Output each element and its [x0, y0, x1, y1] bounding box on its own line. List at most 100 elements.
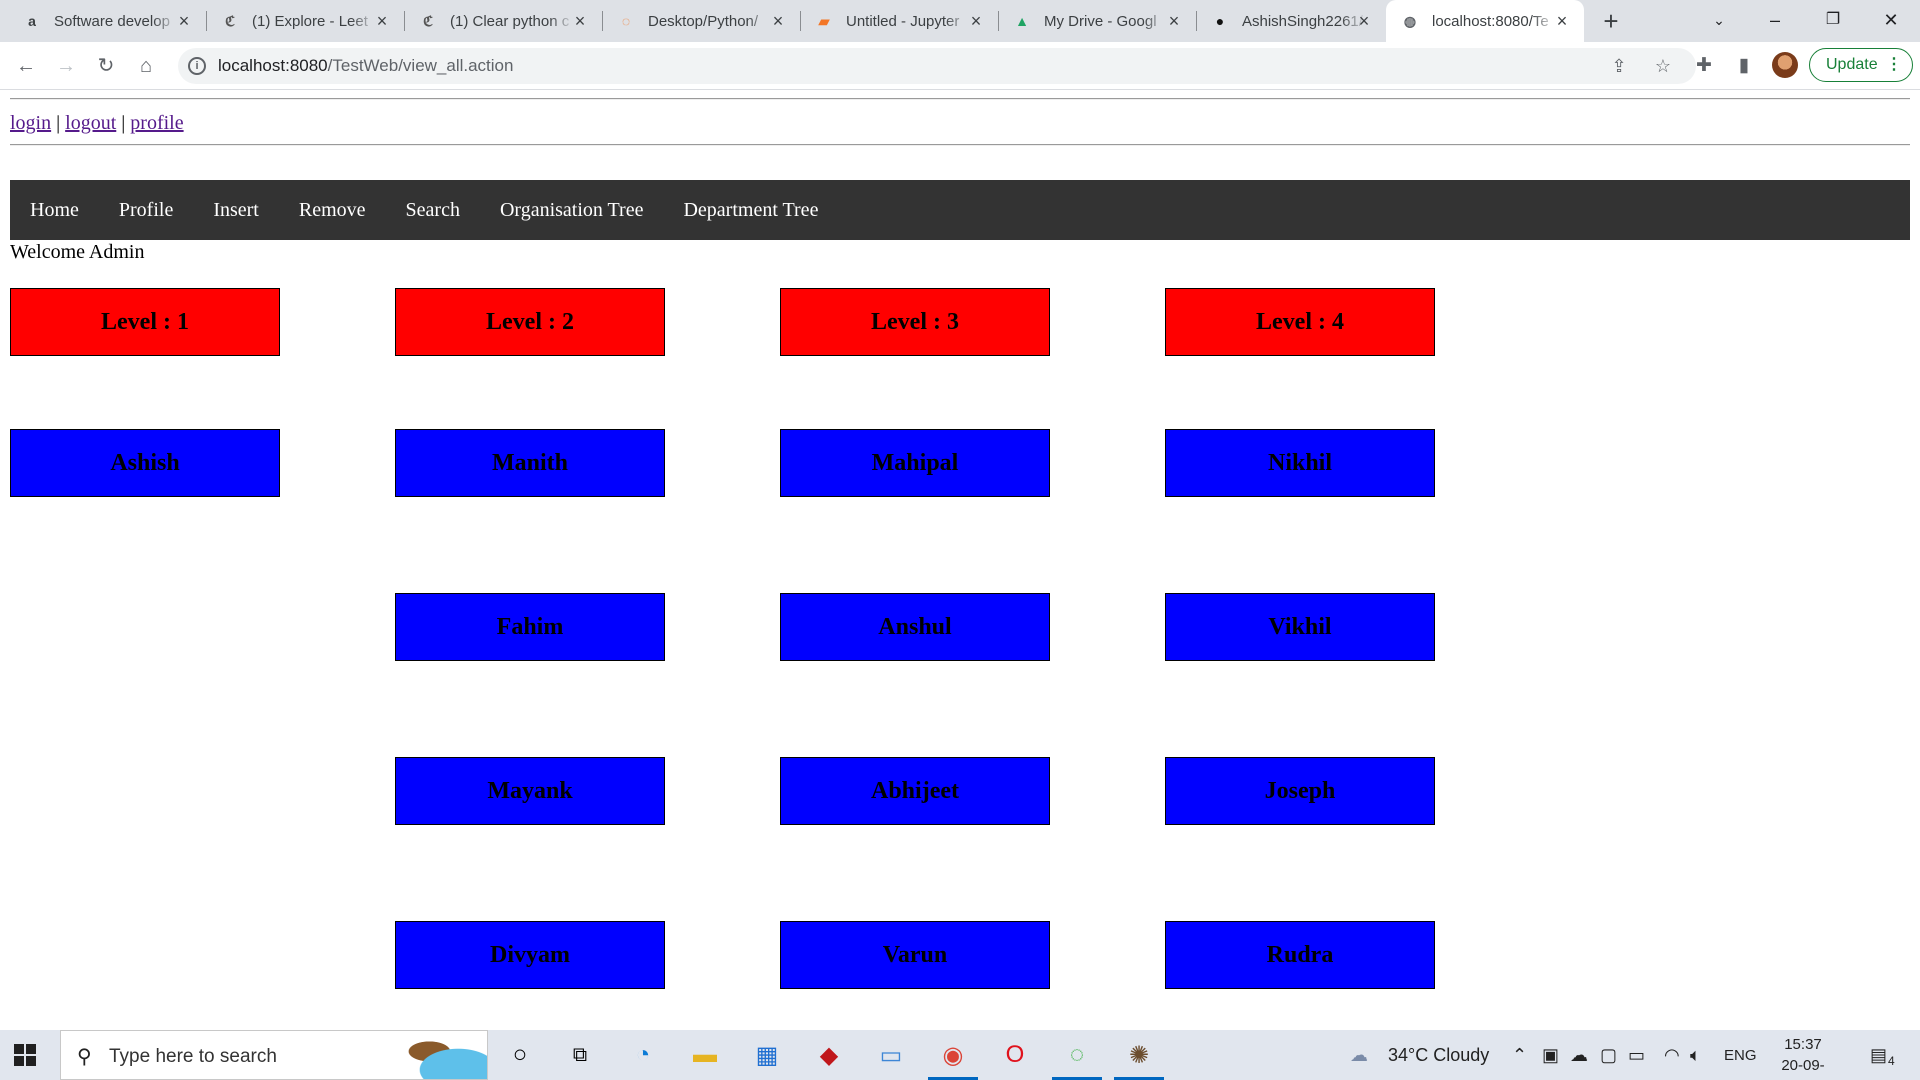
auth-links: login | logout | profile — [10, 112, 184, 134]
app-icon[interactable]: ◌ — [1052, 1036, 1102, 1080]
app-icon[interactable]: ▭ — [872, 1036, 910, 1074]
employee-box[interactable]: Fahim — [395, 593, 665, 661]
menu-organisation-tree[interactable]: Organisation Tree — [480, 180, 664, 240]
volume-icon[interactable]: 🔈︎ — [1690, 1045, 1701, 1066]
google-drive-icon: ▲ — [1015, 13, 1029, 29]
tab-title: My Drive - Googl — [1044, 12, 1157, 30]
tab-title: (1) Clear python c — [450, 12, 570, 30]
opera-icon[interactable]: O — [996, 1036, 1034, 1074]
login-link[interactable]: login — [10, 112, 51, 134]
employee-box[interactable]: Joseph — [1165, 757, 1435, 825]
menu-home[interactable]: Home — [10, 180, 99, 240]
employee-box[interactable]: Nikhil — [1165, 429, 1435, 497]
menu-department-tree[interactable]: Department Tree — [663, 180, 838, 240]
close-tab-icon[interactable]: × — [1164, 11, 1184, 31]
browser-tab[interactable]: ▲ My Drive - Googl × — [998, 0, 1197, 42]
close-tab-icon[interactable]: × — [1354, 11, 1374, 31]
employee-box[interactable]: Varun — [780, 921, 1050, 989]
url-text[interactable]: localhost:8080/TestWeb/view_all.action — [218, 56, 513, 76]
menu-profile[interactable]: Profile — [99, 180, 193, 240]
notification-icon[interactable]: ▤ — [1870, 1045, 1887, 1066]
new-tab-button[interactable]: + — [1596, 6, 1626, 36]
browser-tab[interactable]: ◌ Desktop/Python/ × — [602, 0, 801, 42]
browser-tab[interactable]: a Software develop × — [8, 0, 207, 42]
update-button[interactable]: Update ⋮ — [1809, 48, 1913, 82]
forward-icon[interactable]: → — [52, 52, 80, 80]
browser-tab-active[interactable]: ◍ localhost:8080/Te × — [1386, 0, 1584, 42]
cortana-icon[interactable]: ○ — [501, 1036, 539, 1074]
menu-insert[interactable]: Insert — [193, 180, 279, 240]
leetcode-icon: ℭ — [225, 12, 235, 29]
microsoft-store-icon[interactable]: ▦ — [748, 1036, 786, 1074]
search-icon: ⚲ — [77, 1046, 92, 1068]
browser-tab[interactable]: ▰ Untitled - Jupyter × — [800, 0, 999, 42]
close-tab-icon[interactable]: × — [174, 11, 194, 31]
close-window-button[interactable]: ✕ — [1862, 0, 1920, 42]
level-header-4: Level : 4 — [1165, 288, 1435, 356]
taskbar-search-box[interactable]: ⚲ Type here to search — [60, 1030, 488, 1080]
site-info-icon[interactable]: i — [188, 57, 206, 75]
edge-icon[interactable]: ◔ — [624, 1036, 662, 1074]
share-icon[interactable]: ⇪ — [1608, 55, 1630, 77]
display-icon[interactable]: ▢ — [1600, 1045, 1617, 1066]
wifi-icon[interactable]: ◠ — [1664, 1045, 1680, 1066]
windows-start-icon[interactable] — [14, 1044, 36, 1066]
language-indicator[interactable]: ENG — [1724, 1047, 1757, 1064]
employee-box[interactable]: Divyam — [395, 921, 665, 989]
back-icon[interactable]: ← — [12, 52, 40, 80]
browser-tab[interactable]: ● AshishSingh2261/ × — [1196, 0, 1386, 42]
tab-title: Desktop/Python/ — [648, 12, 759, 30]
close-tab-icon[interactable]: × — [570, 11, 590, 31]
close-tab-icon[interactable]: × — [372, 11, 392, 31]
onedrive-icon[interactable]: ☁ — [1570, 1045, 1588, 1066]
browser-tab[interactable]: ℭ (1) Explore - Leet × — [206, 0, 405, 42]
tab-title: Software develop — [54, 12, 170, 30]
app-icon[interactable]: ◆ — [810, 1036, 848, 1074]
tab-search-icon[interactable]: ⌄ — [1690, 0, 1748, 42]
restore-button[interactable]: ❐ — [1804, 0, 1862, 42]
extensions-icon[interactable]: ✚ — [1690, 52, 1718, 80]
task-view-icon[interactable]: ⧉ — [561, 1036, 599, 1074]
bookmark-star-icon[interactable]: ☆ — [1652, 55, 1674, 77]
profile-link[interactable]: profile — [130, 112, 183, 134]
menu-search[interactable]: Search — [386, 180, 480, 240]
level-header-2: Level : 2 — [395, 288, 665, 356]
level-header-1: Level : 1 — [10, 288, 280, 356]
weather-icon[interactable]: ☁ — [1350, 1045, 1368, 1066]
reload-icon[interactable]: ↻ — [92, 52, 120, 80]
close-tab-icon[interactable]: × — [768, 11, 788, 31]
clock[interactable]: 15:37 20-09-2022 — [1768, 1034, 1838, 1080]
address-bar[interactable]: i localhost:8080/TestWeb/view_all.action… — [178, 48, 1696, 84]
employee-box[interactable]: Vikhil — [1165, 593, 1435, 661]
side-panel-icon[interactable]: ▮ — [1730, 52, 1758, 80]
employee-box[interactable]: Mahipal — [780, 429, 1050, 497]
meet-icon[interactable]: ▣ — [1542, 1045, 1559, 1066]
browser-tab[interactable]: ℭ (1) Clear python c × — [404, 0, 603, 42]
employee-box[interactable]: Abhijeet — [780, 757, 1050, 825]
employee-box[interactable]: Ashish — [10, 429, 280, 497]
page-content: login | logout | profile Home Profile In… — [0, 90, 1920, 1030]
close-tab-icon[interactable]: × — [966, 11, 986, 31]
battery-icon[interactable]: ▭ — [1628, 1045, 1645, 1066]
leetcode-icon: ℭ — [423, 12, 433, 29]
menu-remove[interactable]: Remove — [279, 180, 386, 240]
level-header-3: Level : 3 — [780, 288, 1050, 356]
employee-box[interactable]: Manith — [395, 429, 665, 497]
jupyter-icon: ◌ — [621, 13, 631, 29]
employee-box[interactable]: Rudra — [1165, 921, 1435, 989]
employee-box[interactable]: Anshul — [780, 593, 1050, 661]
file-explorer-icon[interactable]: ▬ — [686, 1036, 724, 1074]
home-icon[interactable]: ⌂ — [132, 52, 160, 80]
search-highlight-art — [391, 1033, 487, 1079]
weather-text[interactable]: 34°C Cloudy — [1388, 1045, 1489, 1066]
app-icon[interactable]: ✺ — [1114, 1036, 1164, 1080]
browser-tab-strip: a Software develop × ℭ (1) Explore - Lee… — [0, 0, 1920, 42]
profile-avatar[interactable] — [1772, 52, 1798, 78]
minimize-button[interactable]: – — [1746, 0, 1804, 42]
logout-link[interactable]: logout — [65, 112, 116, 134]
employee-box[interactable]: Mayank — [395, 757, 665, 825]
divider — [10, 144, 1910, 146]
chevron-up-icon[interactable]: ⌃ — [1512, 1045, 1527, 1066]
close-tab-icon[interactable]: × — [1552, 11, 1572, 31]
chrome-icon[interactable]: ◉ — [928, 1036, 978, 1080]
